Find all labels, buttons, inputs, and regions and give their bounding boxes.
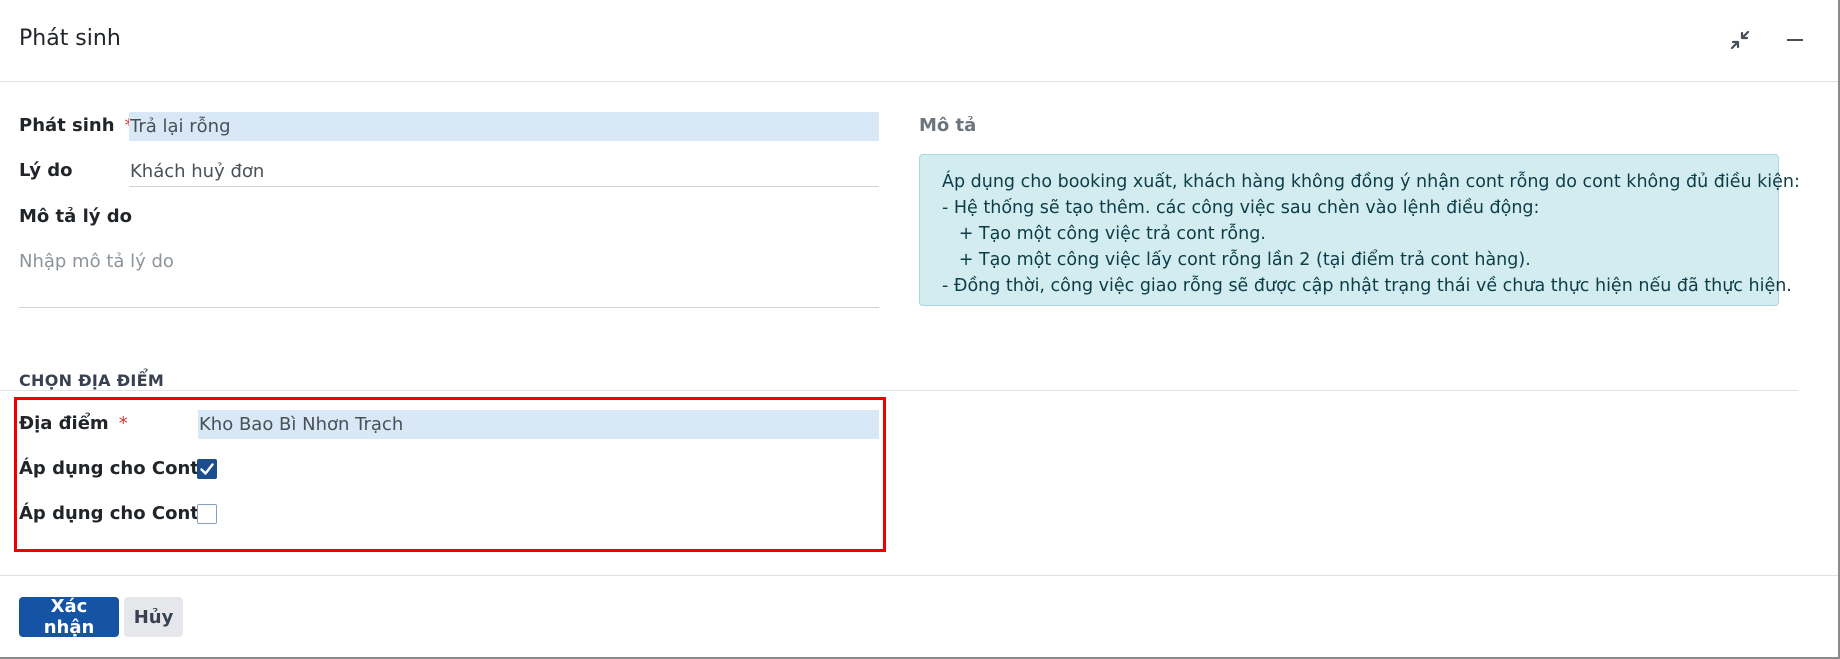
- minimize-icon: [1787, 39, 1803, 41]
- confirm-button[interactable]: Xác nhận: [19, 596, 119, 638]
- dialog: Phát sinh Phát sinh* Trả lại rỗng Lý do …: [0, 0, 1840, 659]
- compress-icon: [1730, 30, 1750, 50]
- mo-ta-ly-do-label: Mô tả lý do: [19, 206, 132, 227]
- ly-do-field[interactable]: Khách huỷ đơn: [129, 157, 879, 187]
- section-divider: [0, 390, 1798, 391]
- phat-sinh-label: Phát sinh*: [19, 115, 134, 136]
- dialog-title: Phát sinh: [19, 26, 121, 51]
- description-line: + Tạo một công việc lấy cont rỗng lần 2 …: [942, 250, 1531, 270]
- dialog-header: Phát sinh: [0, 0, 1838, 82]
- description-line: - Hệ thống sẽ tạo thêm. các công việc sa…: [942, 198, 1540, 218]
- description-line: - Đồng thời, công việc giao rỗng sẽ được…: [942, 276, 1792, 296]
- annotation-highlight-box: [14, 397, 886, 552]
- description-line: Áp dụng cho booking xuất, khách hàng khô…: [942, 172, 1800, 192]
- ly-do-label: Lý do: [19, 160, 73, 181]
- description-label: Mô tả: [919, 115, 977, 136]
- description-line: + Tạo một công việc trả cont rỗng.: [942, 224, 1266, 244]
- textarea-underline: [19, 307, 879, 308]
- phat-sinh-field[interactable]: Trả lại rỗng: [129, 112, 879, 141]
- description-box: Áp dụng cho booking xuất, khách hàng khô…: [919, 154, 1800, 306]
- footer-divider: [0, 575, 1838, 576]
- mo-ta-ly-do-textarea[interactable]: Nhập mô tả lý do: [19, 251, 174, 272]
- cancel-button[interactable]: Hủy: [124, 597, 183, 637]
- compress-button[interactable]: [1726, 26, 1754, 54]
- minimize-button[interactable]: [1781, 26, 1809, 54]
- section-title: CHỌN ĐỊA ĐIỂM: [19, 371, 165, 390]
- phat-sinh-label-text: Phát sinh: [19, 115, 115, 136]
